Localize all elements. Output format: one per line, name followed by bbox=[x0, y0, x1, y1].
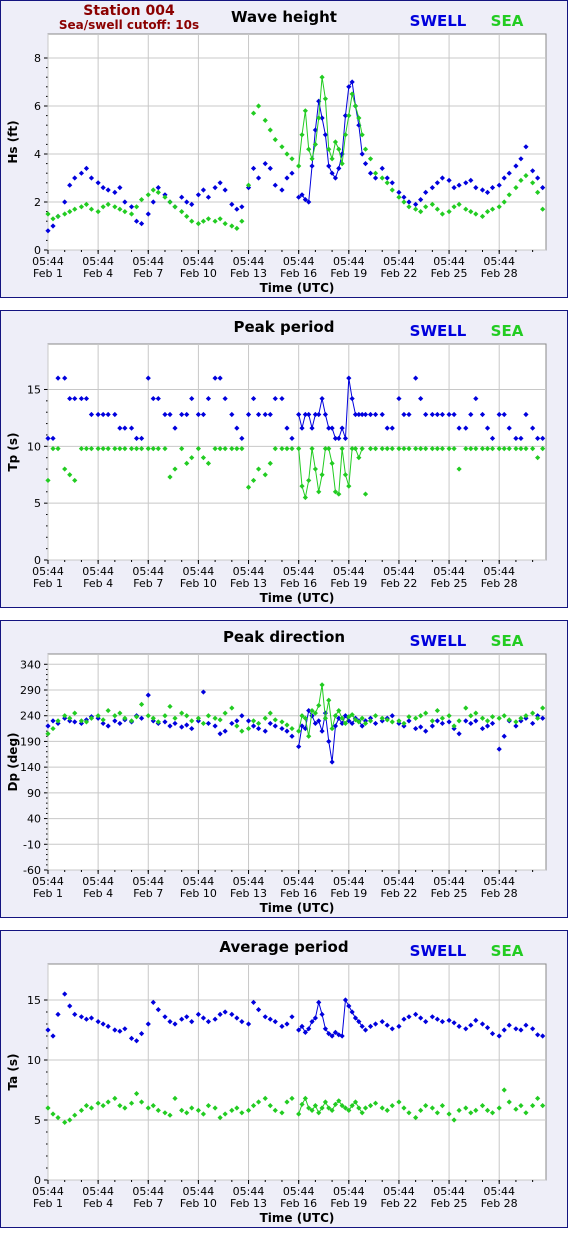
x-tick-date-label: Feb 1 bbox=[33, 1197, 63, 1210]
y-tick-label: 90 bbox=[27, 787, 41, 800]
x-tick-date-label: Feb 22 bbox=[380, 267, 417, 280]
x-tick-date-label: Feb 4 bbox=[83, 887, 113, 900]
y-axis-label: Ta (s) bbox=[6, 1053, 20, 1090]
y-tick-label: 40 bbox=[27, 813, 41, 826]
station-title: Station 004 bbox=[83, 3, 175, 19]
legend-swell: SWELL bbox=[410, 12, 467, 30]
y-tick-label: 15 bbox=[27, 383, 41, 396]
x-tick-date-label: Feb 1 bbox=[33, 267, 63, 280]
chart-svg: -60-10409014019024029034005:44Feb 105:44… bbox=[6, 628, 547, 915]
legend-swell: SWELL bbox=[410, 322, 467, 340]
plot-area bbox=[47, 963, 547, 1181]
chart-panel-1: 0 2 4 6 8 05:44 Feb 1 05:44 Feb 4 05:44 Feb 7 05:44… bbox=[0, 0, 568, 298]
chart-title: Peak period bbox=[234, 318, 335, 336]
x-tick-date-label: Feb 16 bbox=[280, 887, 317, 900]
x-tick-date-label: Feb 19 bbox=[330, 887, 367, 900]
y-tick-label: 10 bbox=[27, 1054, 41, 1067]
x-tick-date-label: Feb 25 bbox=[431, 267, 468, 280]
x-tick-date-label: Feb 7 bbox=[133, 887, 163, 900]
cutoff-label: Sea/swell cutoff: 10s bbox=[59, 18, 199, 32]
x-tick-date-label: Feb 28 bbox=[481, 887, 518, 900]
legend-swell: SWELL bbox=[410, 942, 467, 960]
y-axis-label: Hs (ft) bbox=[6, 120, 20, 163]
x-axis-label: Time (UTC) bbox=[260, 1211, 335, 1225]
chart-svg: 05101505:44Feb 105:44Feb 405:44Feb 705:4… bbox=[6, 938, 547, 1225]
x-tick-date-label: Feb 13 bbox=[230, 1197, 267, 1210]
x-tick-date-label: Feb 22 bbox=[380, 887, 417, 900]
y-tick-label: 5 bbox=[34, 497, 41, 510]
x-tick-date-label: Feb 16 bbox=[280, 577, 317, 590]
y-tick-label: -10 bbox=[23, 838, 41, 851]
x-tick-date-label: Feb 28 bbox=[481, 1197, 518, 1210]
x-tick-date-label: Feb 10 bbox=[180, 577, 217, 590]
x-tick-date-label: Feb 4 bbox=[83, 267, 113, 280]
y-tick-label: 340 bbox=[20, 658, 41, 671]
y-tick-label: 5 bbox=[34, 1114, 41, 1127]
chart-title: Average period bbox=[219, 938, 348, 956]
y-tick-label: 2 bbox=[34, 196, 41, 209]
plot-area bbox=[47, 343, 547, 561]
x-tick-date-label: Feb 28 bbox=[481, 267, 518, 280]
x-tick-date-label: Feb 13 bbox=[230, 887, 267, 900]
chart-panel-3: -60 -10 40 90 140 190 240 290 340 05:44 Feb 1 05:44… bbox=[0, 620, 568, 918]
x-tick-date-label: Feb 19 bbox=[330, 577, 367, 590]
y-tick-label: 140 bbox=[20, 761, 41, 774]
x-tick-date-label: Feb 22 bbox=[380, 577, 417, 590]
x-axis-label: Time (UTC) bbox=[260, 281, 335, 295]
y-tick-label: 8 bbox=[34, 52, 41, 65]
x-axis-label: Time (UTC) bbox=[260, 901, 335, 915]
x-tick-date-label: Feb 1 bbox=[33, 577, 63, 590]
x-tick-date-label: Feb 4 bbox=[83, 1197, 113, 1210]
x-tick-date-label: Feb 10 bbox=[180, 267, 217, 280]
y-tick-label: 190 bbox=[20, 735, 41, 748]
x-tick-date-label: Feb 10 bbox=[180, 1197, 217, 1210]
y-axis-label: Dp (deg) bbox=[6, 732, 20, 791]
chart-panel-4: 0 5 10 15 05:44 Feb 1 05:44 Feb 4 05:44 Feb 7 05:4… bbox=[0, 930, 568, 1228]
x-tick-date-label: Feb 7 bbox=[133, 267, 163, 280]
y-tick-label: 6 bbox=[34, 100, 41, 113]
x-tick-date-label: Feb 4 bbox=[83, 577, 113, 590]
x-tick-date-label: Feb 25 bbox=[431, 577, 468, 590]
chart-svg: 0246805:44Feb 105:44Feb 405:44Feb 705:44… bbox=[6, 3, 547, 295]
x-tick-date-label: Feb 7 bbox=[133, 1197, 163, 1210]
legend-sea: SEA bbox=[491, 12, 524, 30]
legend-sea: SEA bbox=[491, 942, 524, 960]
x-tick-date-label: Feb 16 bbox=[280, 267, 317, 280]
x-tick-date-label: Feb 13 bbox=[230, 577, 267, 590]
x-tick-date-label: Feb 25 bbox=[431, 887, 468, 900]
x-tick-date-label: Feb 19 bbox=[330, 267, 367, 280]
x-tick-date-label: Feb 28 bbox=[481, 577, 518, 590]
y-tick-label: 10 bbox=[27, 440, 41, 453]
y-tick-label: 240 bbox=[20, 710, 41, 723]
x-tick-date-label: Feb 10 bbox=[180, 887, 217, 900]
x-tick-date-label: Feb 19 bbox=[330, 1197, 367, 1210]
y-tick-label: 15 bbox=[27, 994, 41, 1007]
x-axis-label: Time (UTC) bbox=[260, 591, 335, 605]
chart-panel-2: 0 5 10 15 05:44 Feb 1 05:44 Feb 4 05:44 Feb 7 05:4… bbox=[0, 310, 568, 608]
chart-title: Peak direction bbox=[223, 628, 345, 646]
legend-swell: SWELL bbox=[410, 632, 467, 650]
plot-area bbox=[47, 653, 547, 871]
x-tick-date-label: Feb 25 bbox=[431, 1197, 468, 1210]
x-tick-date-label: Feb 13 bbox=[230, 267, 267, 280]
x-tick-date-label: Feb 16 bbox=[280, 1197, 317, 1210]
legend-sea: SEA bbox=[491, 322, 524, 340]
chart-title: Wave height bbox=[231, 8, 337, 26]
chart-svg: 05101505:44Feb 105:44Feb 405:44Feb 705:4… bbox=[6, 318, 547, 605]
legend-sea: SEA bbox=[491, 632, 524, 650]
y-tick-label: 4 bbox=[34, 148, 41, 161]
plot-area bbox=[47, 33, 547, 251]
x-tick-date-label: Feb 7 bbox=[133, 577, 163, 590]
y-axis-label: Tp (s) bbox=[6, 432, 20, 471]
x-tick-date-label: Feb 1 bbox=[33, 887, 63, 900]
x-tick-date-label: Feb 22 bbox=[380, 1197, 417, 1210]
y-tick-label: 290 bbox=[20, 684, 41, 697]
